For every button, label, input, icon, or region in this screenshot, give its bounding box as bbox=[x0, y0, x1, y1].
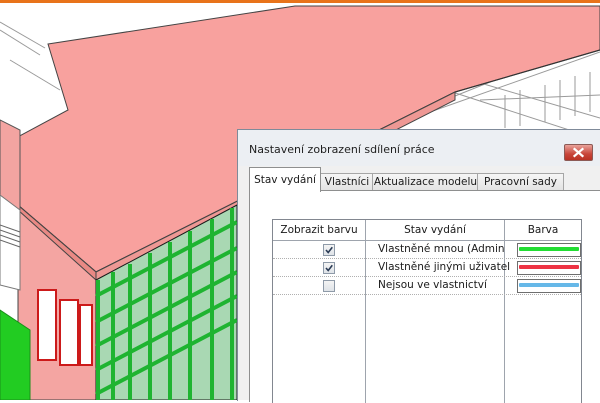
color-swatch-button[interactable] bbox=[517, 279, 581, 293]
table-row[interactable]: Vlastněné jinými uživatel bbox=[273, 259, 581, 277]
show-color-checkbox[interactable] bbox=[323, 262, 335, 274]
status-color-table: Zobrazit barvu Stav vydání Barva Vlastně… bbox=[272, 219, 582, 403]
left-lower-block bbox=[0, 194, 21, 291]
checkmark-icon bbox=[325, 246, 333, 254]
status-cell: Nejsou ve vlastnictví bbox=[378, 279, 487, 291]
column-header-show-color[interactable]: Zobrazit barvu bbox=[273, 220, 365, 241]
tab-label: Stav vydání bbox=[254, 174, 316, 186]
door-opening bbox=[37, 289, 57, 361]
show-color-checkbox[interactable] bbox=[323, 244, 335, 256]
color-swatch bbox=[519, 283, 579, 287]
door-opening bbox=[79, 304, 93, 366]
color-swatch bbox=[519, 247, 579, 251]
color-swatch-button[interactable] bbox=[517, 261, 581, 275]
color-swatch-button[interactable] bbox=[517, 243, 581, 257]
worksharing-display-settings-dialog: Nastavení zobrazení sdílení práce Stav v… bbox=[237, 129, 600, 403]
dialog-titlebar[interactable]: Nastavení zobrazení sdílení práce bbox=[238, 130, 600, 166]
tab-aktualizace-modelu[interactable]: Aktualizace modelu bbox=[372, 173, 479, 191]
accent-bar bbox=[0, 0, 600, 3]
door-opening bbox=[59, 299, 79, 366]
tab-label: Pracovní sady bbox=[483, 176, 557, 188]
close-icon bbox=[572, 147, 585, 158]
status-cell: Vlastněné mnou (Admin bbox=[378, 243, 505, 255]
dialog-title: Nastavení zobrazení sdílení práce bbox=[249, 143, 435, 156]
color-swatch bbox=[519, 265, 579, 269]
show-color-checkbox[interactable] bbox=[323, 280, 335, 292]
column-header-color[interactable]: Barva bbox=[505, 220, 581, 241]
tab-vlastnici[interactable]: Vlastníci bbox=[320, 173, 374, 191]
tab-label: Vlastníci bbox=[324, 176, 370, 188]
tab-stav-vydani[interactable]: Stav vydání bbox=[249, 167, 321, 192]
tab-panel: Zobrazit barvu Stav vydání Barva Vlastně… bbox=[249, 190, 600, 403]
tab-pracovni-sady[interactable]: Pracovní sady bbox=[477, 173, 564, 191]
checkmark-icon bbox=[325, 264, 333, 272]
table-row[interactable]: Nejsou ve vlastnictví bbox=[273, 277, 581, 295]
tab-strip: Stav vydání Vlastníci Aktualizace modelu… bbox=[249, 167, 600, 192]
tab-label: Aktualizace modelu bbox=[373, 176, 478, 188]
close-button[interactable] bbox=[564, 144, 593, 161]
table-row[interactable]: Vlastněné mnou (Admin bbox=[273, 241, 581, 259]
status-cell: Vlastněné jinými uživatel bbox=[378, 261, 511, 273]
column-header-status[interactable]: Stav vydání bbox=[366, 220, 504, 241]
